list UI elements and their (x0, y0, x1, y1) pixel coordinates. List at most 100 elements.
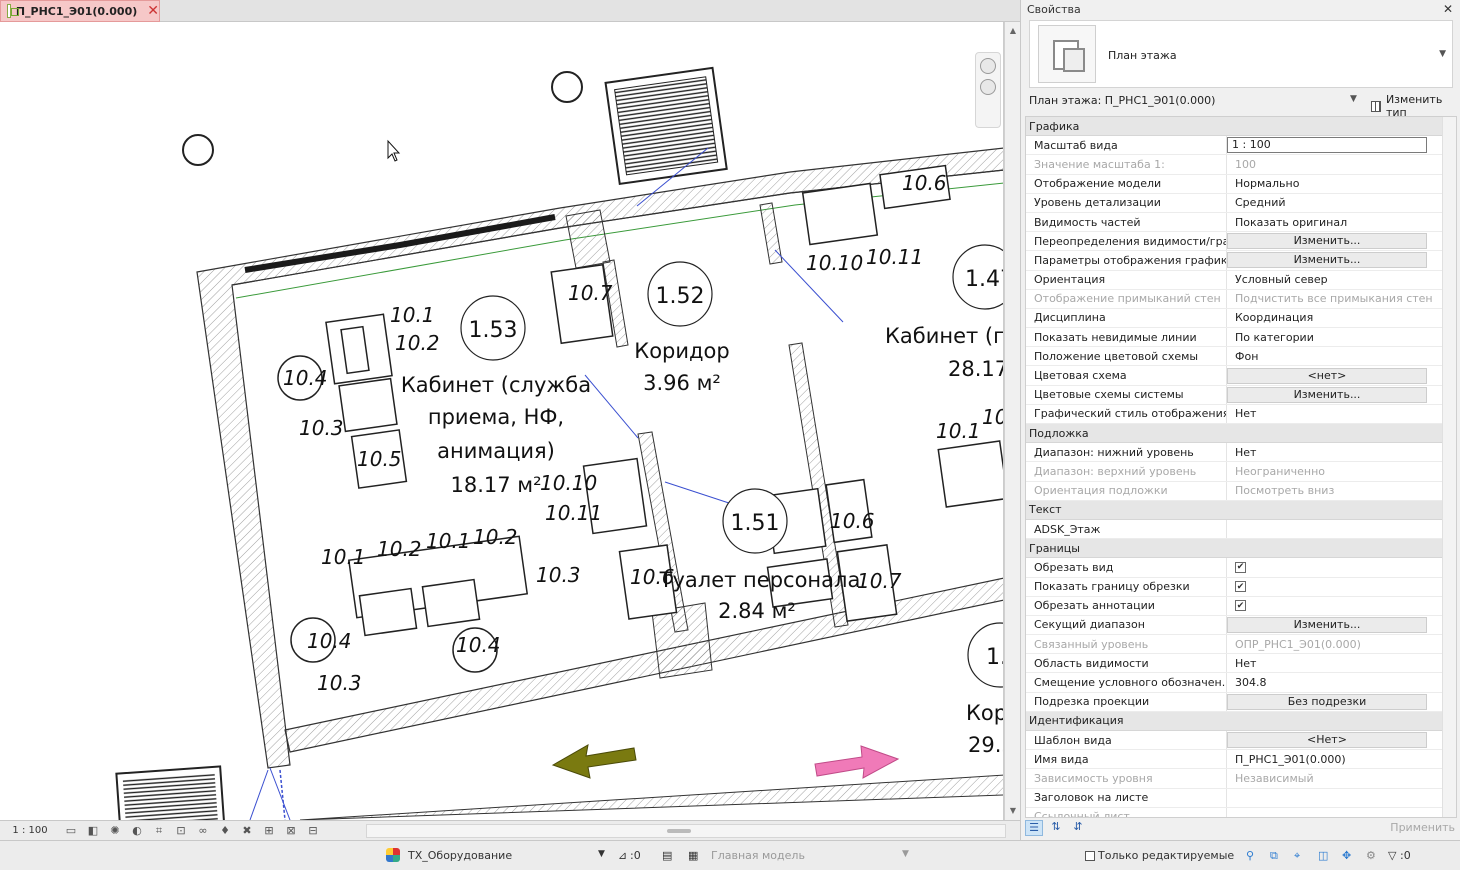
categorized-icon[interactable]: ☰ (1025, 820, 1043, 836)
property-value[interactable]: 304.8 (1227, 673, 1456, 691)
property-value[interactable]: П_РНС1_Э01(0.000) (1227, 750, 1456, 768)
analytical-model-icon[interactable]: ✖ (239, 824, 255, 838)
property-value[interactable]: <Нет> (1227, 731, 1456, 749)
crop-view-icon[interactable]: ⌗ (151, 824, 167, 838)
property-row: Показать невидимые линии По категории (1026, 328, 1456, 348)
property-value[interactable]: ✔ (1227, 578, 1456, 596)
property-value[interactable]: ✔ (1227, 597, 1456, 615)
property-row: Дисциплина Координация (1026, 308, 1456, 329)
design-options-icon[interactable]: ▤ (662, 849, 672, 862)
property-value[interactable]: Нормально (1227, 175, 1456, 193)
property-value[interactable]: Координация (1227, 309, 1456, 327)
property-value[interactable]: По категории (1227, 328, 1456, 346)
sun-path-icon[interactable]: ✺ (107, 824, 123, 838)
reveal-constraints-icon[interactable]: ⊠ (283, 824, 299, 838)
property-value[interactable]: Средний (1227, 194, 1456, 212)
equipment-tag: 10.1 (936, 419, 981, 443)
scroll-down-icon[interactable]: ▼ (1008, 806, 1018, 816)
property-value[interactable] (1227, 520, 1456, 538)
property-value[interactable]: Изменить... (1227, 616, 1456, 634)
editable-only-checkbox[interactable] (1085, 851, 1095, 861)
property-button[interactable]: <Нет> (1227, 732, 1427, 749)
steering-wheel-icon[interactable] (980, 58, 996, 74)
shadows-icon[interactable]: ◐ (129, 824, 145, 838)
property-value[interactable]: Показать оригинал (1227, 213, 1456, 231)
crop-region-icon[interactable]: ⊡ (173, 824, 189, 838)
property-value-text: Нет (1235, 445, 1257, 459)
property-section-header[interactable]: Текст⌃ (1026, 500, 1456, 520)
property-checkbox[interactable]: ✔ (1235, 561, 1246, 573)
property-section-header[interactable]: Графика⌃ (1026, 117, 1456, 137)
type-selector[interactable]: План этажа ▼ (1029, 20, 1453, 88)
property-checkbox[interactable]: ✔ (1235, 581, 1246, 593)
active-workset[interactable]: ТХ_Оборудование (408, 849, 512, 862)
property-button[interactable]: Без подрезки (1227, 693, 1427, 710)
property-row: Смещение условного обозначен... 304.8 (1026, 673, 1456, 693)
background-process-icon[interactable]: ⚙ (1366, 849, 1376, 862)
horizontal-scrollbar[interactable] (366, 824, 1006, 838)
sort-descending-icon[interactable]: ⇵ (1069, 820, 1087, 836)
property-button[interactable]: Изменить... (1227, 616, 1427, 633)
apply-button[interactable]: Применить (1390, 821, 1455, 834)
vertical-scrollbar[interactable]: ▲ ▼ (1004, 22, 1020, 820)
property-value[interactable] (1227, 789, 1456, 807)
instance-filter[interactable]: План этажа: П_РНС1_Э01(0.000) ▼ Изменить… (1025, 92, 1457, 119)
property-value-text: Фон (1235, 349, 1259, 363)
property-value[interactable]: 1 : 100 (1227, 136, 1456, 154)
property-value[interactable]: Фон (1227, 347, 1456, 365)
navigation-bar[interactable] (975, 52, 1001, 128)
property-button[interactable]: Изменить... (1227, 233, 1427, 250)
property-value-text: Средний (1235, 196, 1286, 210)
reveal-hidden-icon[interactable]: ♦ (217, 824, 233, 838)
property-input[interactable]: 1 : 100 (1227, 137, 1427, 154)
select-by-face-icon[interactable]: ◫ (1318, 849, 1328, 862)
highlight-displacement-icon[interactable]: ⊞ (261, 824, 277, 838)
property-value[interactable]: Нет (1227, 405, 1456, 423)
filter-icon[interactable]: ▽ (1388, 849, 1396, 862)
zoom-icon[interactable] (980, 79, 996, 95)
property-value[interactable]: Без подрезки (1227, 693, 1456, 711)
property-value[interactable]: <нет> (1227, 366, 1456, 384)
sort-ascending-icon[interactable]: ⇅ (1047, 820, 1065, 836)
property-section-header[interactable]: Границы⌃ (1026, 539, 1456, 559)
drawing-canvas[interactable]: 1.53 1.52 1.51 1.47 1. Кабинет (служба п… (0, 22, 1004, 820)
scroll-thumb[interactable] (667, 829, 691, 833)
equipment-tag: 10.6 (830, 509, 875, 533)
detail-level-icon[interactable]: ▭ (63, 824, 79, 838)
chevron-down-icon[interactable]: ▼ (1350, 94, 1357, 104)
equipment-tag: 10.2 (473, 525, 518, 549)
property-button[interactable]: <нет> (1227, 367, 1427, 384)
view-tab[interactable]: П_РНС1_Э01(0.000) ✕ (0, 0, 160, 22)
scroll-up-icon[interactable]: ▲ (1008, 26, 1018, 36)
property-button[interactable]: Изменить... (1227, 252, 1427, 269)
chevron-down-icon[interactable]: ▼ (1439, 49, 1446, 59)
property-value[interactable]: Нет (1227, 443, 1456, 461)
worksharing-icon[interactable]: ⊟ (305, 824, 321, 838)
close-icon[interactable]: ✕ (1443, 2, 1453, 16)
selection-icon[interactable]: ⊿ (618, 849, 627, 862)
property-value[interactable]: Условный север (1227, 271, 1456, 289)
property-value[interactable]: Нет (1227, 654, 1456, 672)
select-links-icon[interactable]: ⚲ (1246, 849, 1254, 862)
equipment-tag: 10.7 (568, 281, 613, 305)
property-value[interactable]: Изменить... (1227, 232, 1456, 250)
temporary-hide-icon[interactable]: ∞ (195, 824, 211, 838)
visual-style-icon[interactable]: ◧ (85, 824, 101, 838)
property-section-header[interactable]: Идентификация⌃ (1026, 711, 1456, 731)
property-value[interactable]: ✔ (1227, 558, 1456, 576)
property-button[interactable]: Изменить... (1227, 386, 1427, 403)
property-section-header[interactable]: Подложка⌃ (1026, 424, 1456, 444)
floor-plan-drawing[interactable]: 1.53 1.52 1.51 1.47 1. Кабинет (служба п… (0, 22, 1004, 820)
close-icon[interactable]: ✕ (147, 4, 159, 18)
view-scale[interactable]: 1 : 100 (0, 825, 60, 836)
design-option[interactable]: Главная модель (711, 849, 805, 862)
property-row: Параметры отображения графики Изменить... (1026, 251, 1456, 271)
property-checkbox[interactable]: ✔ (1235, 600, 1246, 612)
drag-elements-icon[interactable]: ✥ (1342, 849, 1351, 862)
properties-scrollbar[interactable] (1442, 117, 1456, 817)
property-value[interactable]: Изменить... (1227, 386, 1456, 404)
select-pinned-icon[interactable]: ⌖ (1294, 849, 1300, 863)
property-value[interactable]: Изменить... (1227, 251, 1456, 269)
select-underlay-icon[interactable]: ⧉ (1270, 849, 1278, 863)
chevron-down-icon[interactable]: ▼ (598, 849, 605, 859)
